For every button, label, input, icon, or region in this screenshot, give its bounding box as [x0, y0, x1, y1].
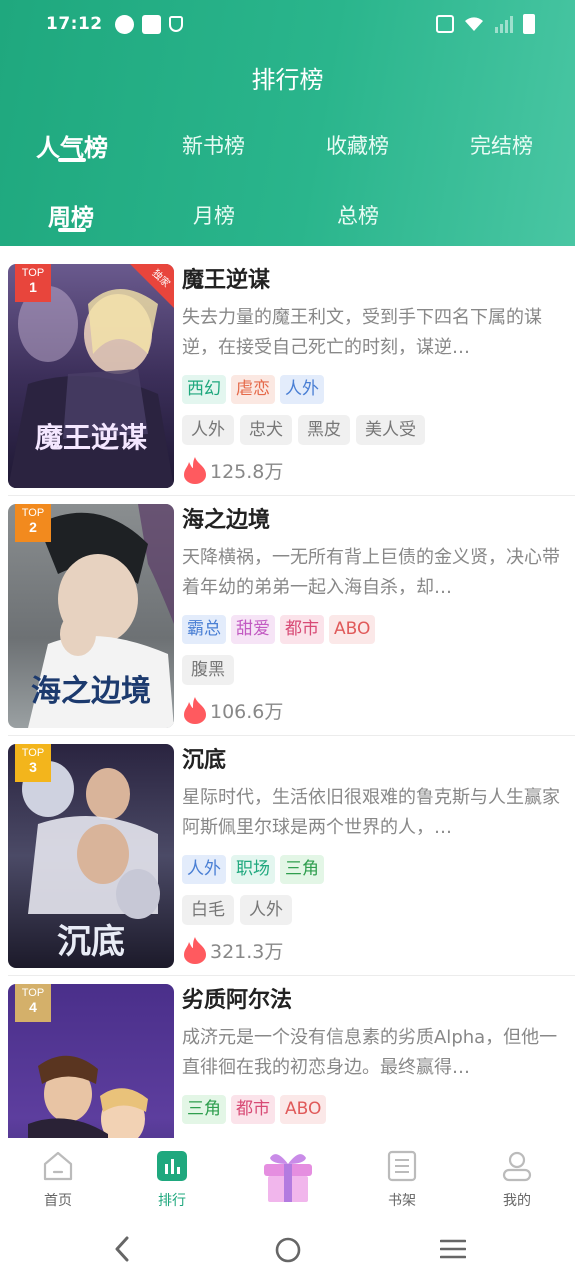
subtab-weekly[interactable]: 周榜 [48, 198, 94, 232]
book-description: 成济元是一个没有信息素的劣质Alpha，但他一直徘徊在我的初恋身边。最终赢得… [182, 1027, 558, 1078]
rank-badge: TOP 3 [15, 744, 51, 782]
book-cover[interactable]: 魔王逆谋 TOP 1 独家 [8, 264, 174, 488]
home-icon [43, 1151, 73, 1181]
book-description: 星际时代，生活依旧很艰难的鲁克斯与人生赢家阿斯佩里尔球是两个世界的人，… [182, 787, 560, 838]
flame-icon [184, 697, 206, 724]
book-title[interactable]: 劣质阿尔法 [182, 984, 561, 1018]
flame-icon [184, 457, 206, 484]
status-time: 17:12 [46, 14, 103, 34]
category-badge: 人外 [182, 855, 226, 884]
list-item[interactable]: 海之边境 TOP 2 海之边境 天降横祸，一无所有背上巨债的金义贤，决心带着年幼的… [0, 496, 575, 736]
book-title[interactable]: 魔王逆谋 [182, 264, 561, 298]
category-badge: 都市 [280, 615, 324, 644]
ranking-list: 魔王逆谋 TOP 1 独家 魔王逆谋 失去力量的魔王利文，受到手下四名下属的谋逆，… [0, 256, 575, 1138]
cover-title: 沉底 [57, 922, 125, 962]
gift-icon[interactable] [258, 1146, 318, 1204]
app-notification-icon [114, 14, 134, 34]
tag-chip: 美人受 [356, 415, 425, 445]
page-title: 排行榜 [251, 66, 324, 94]
rank-badge: TOP 2 [15, 504, 51, 542]
system-nav-bar [0, 1218, 575, 1280]
nav-profile[interactable]: 我的 [477, 1150, 557, 1210]
category-badge: 三角 [280, 855, 324, 884]
mail-notification-icon [141, 14, 161, 34]
tab-active-indicator [58, 158, 86, 162]
book-cover[interactable]: 海之边境 TOP 2 [8, 504, 174, 728]
tab-new[interactable]: 新书榜 [182, 130, 245, 160]
nav-bookshelf[interactable]: 书架 [362, 1150, 442, 1210]
tag-chip: 黑皮 [298, 415, 350, 445]
category-badge: 虐恋 [231, 375, 275, 404]
tag-chip: 人外 [240, 895, 292, 925]
category-badge: 西幻 [182, 375, 226, 404]
heat-count: 125.8万 [182, 455, 561, 485]
nav-ranking[interactable]: 排行 [132, 1150, 212, 1210]
nav-home[interactable]: 首页 [18, 1150, 98, 1210]
heat-count: 321.3万 [182, 935, 561, 965]
header: 17:12 排行榜 人气榜 新书榜 收藏榜 完结榜 周榜 月榜 总榜 [0, 0, 575, 246]
subtab-monthly[interactable]: 月榜 [193, 200, 235, 230]
tag-chip: 白毛 [182, 895, 234, 925]
list-item[interactable]: TOP 4 劣质阿尔法 成济元是一个没有信息素的劣质Alpha，但他一直徘徊在我的… [0, 976, 575, 1138]
cover-title: 魔王逆谋 [34, 421, 147, 454]
category-badge: 职场 [231, 855, 275, 884]
book-title[interactable]: 沉底 [182, 744, 561, 778]
list-item[interactable]: 魔王逆谋 TOP 1 独家 魔王逆谋 失去力量的魔王利文，受到手下四名下属的谋逆，… [0, 256, 575, 496]
rank-badge: TOP 4 [15, 984, 51, 1022]
tag-chip: 忠犬 [240, 415, 292, 445]
tab-completed[interactable]: 完结榜 [470, 130, 533, 160]
back-icon[interactable] [112, 1236, 132, 1262]
category-badge: 人外 [280, 375, 324, 404]
flame-icon [184, 937, 206, 964]
signal-icon [495, 16, 513, 33]
vibrate-icon [436, 15, 454, 33]
tag-chip: 腹黑 [182, 655, 234, 685]
period-tabs: 周榜 月榜 总榜 [0, 196, 575, 236]
category-badge: 霸总 [182, 615, 226, 644]
shield-icon [168, 16, 183, 32]
status-bar: 17:12 [46, 10, 535, 38]
subtab-active-indicator [58, 228, 86, 232]
subtab-total[interactable]: 总榜 [337, 200, 379, 230]
bookshelf-icon [387, 1150, 417, 1182]
category-badge: ABO [280, 1095, 327, 1124]
wifi-icon [465, 17, 483, 31]
category-badge: ABO [329, 615, 376, 644]
menu-icon[interactable] [440, 1238, 466, 1260]
ranking-icon [157, 1151, 187, 1181]
cover-title: 海之边境 [31, 674, 151, 709]
home-button-icon[interactable] [274, 1236, 302, 1264]
bottom-nav: 首页 排行 书架 我的 [0, 1138, 575, 1218]
screen: { "status_bar": { "time": "17:12" }, "he… [0, 0, 575, 1280]
book-cover[interactable]: 沉底 TOP 3 [8, 744, 174, 968]
category-badge: 甜爱 [231, 615, 275, 644]
rank-badge: TOP 1 [15, 264, 51, 302]
battery-icon [523, 14, 535, 34]
book-description: 失去力量的魔王利文，受到手下四名下属的谋逆，在接受自己死亡的时刻，谋逆… [182, 307, 542, 358]
profile-icon [502, 1151, 532, 1182]
book-description: 天降横祸，一无所有背上巨债的金义贤，决心带着年幼的弟弟一起入海自杀，却… [182, 547, 560, 598]
book-cover[interactable]: TOP 4 [8, 984, 174, 1138]
list-item[interactable]: 沉底 TOP 3 沉底 星际时代，生活依旧很艰难的鲁克斯与人生赢家阿斯佩里尔球是两… [0, 736, 575, 976]
book-title[interactable]: 海之边境 [182, 504, 561, 538]
category-badge: 三角 [182, 1095, 226, 1124]
tab-favorites[interactable]: 收藏榜 [326, 130, 389, 160]
heat-count: 106.6万 [182, 695, 561, 725]
category-badge: 都市 [231, 1095, 275, 1124]
tag-chip: 人外 [182, 415, 234, 445]
ranking-tabs: 人气榜 新书榜 收藏榜 完结榜 [0, 122, 575, 166]
